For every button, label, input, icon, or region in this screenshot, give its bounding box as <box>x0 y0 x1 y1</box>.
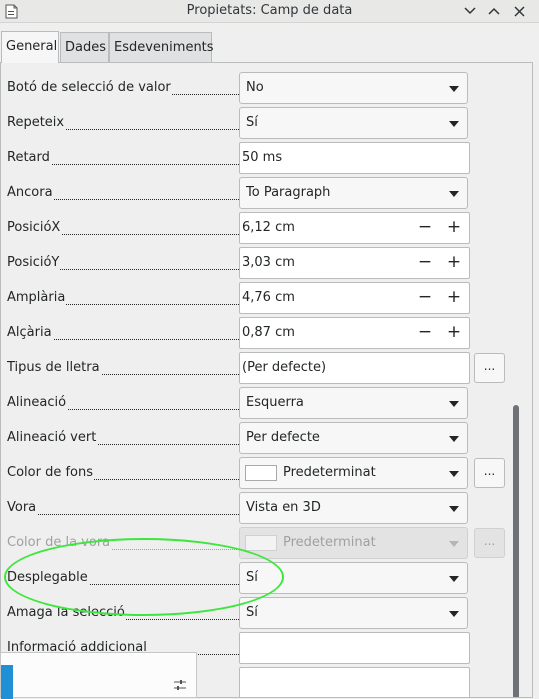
border-color-select[interactable]: Predeterminat <box>239 527 468 559</box>
dropdown-arrow-icon <box>449 401 459 407</box>
font-browse-button[interactable]: ... <box>474 353 505 383</box>
minus-icon[interactable]: − <box>415 213 435 243</box>
property-row-anchor: Àncora To Paragraph <box>1 176 521 211</box>
plus-icon[interactable]: + <box>444 213 464 243</box>
tab-bar: General Dades Esdeveniments <box>0 31 539 63</box>
window-title: Propietats: Camp de data <box>186 3 353 18</box>
property-row-position-x: PosicióX 6,12 cm − + <box>1 211 521 246</box>
align-select[interactable]: Esquerra <box>239 387 468 419</box>
property-row-repeat: Repeteix Sí <box>1 106 521 141</box>
chevron-down-icon <box>464 7 476 15</box>
position-y-spinbox[interactable]: 3,03 cm − + <box>239 247 470 279</box>
background-color-select[interactable]: Predeterminat <box>239 457 468 489</box>
property-label: Amaga la selecció <box>7 605 126 620</box>
property-label: Repeteix <box>7 115 66 130</box>
chevron-up-icon <box>488 7 500 15</box>
font-field[interactable]: (Per defecte) <box>239 352 470 384</box>
property-label: Color de la vora <box>7 535 112 550</box>
minus-icon[interactable]: − <box>415 318 435 348</box>
maximize-button[interactable] <box>484 1 504 21</box>
next-property-input[interactable] <box>239 667 470 697</box>
dropdown-arrow-icon <box>449 471 459 477</box>
property-row-border: Vora Vista en 3D <box>1 491 521 526</box>
dropdown-arrow-icon <box>449 191 459 197</box>
property-row-background-color: Color de fons Predeterminat ... <box>1 456 521 491</box>
property-label: Amplària <box>7 290 67 305</box>
border-color-browse-button[interactable]: ... <box>474 528 505 558</box>
color-swatch <box>245 535 277 551</box>
property-row-hide-selection: Amaga la selecció Sí <box>1 596 521 631</box>
property-row-width: Amplària 4,76 cm − + <box>1 281 521 316</box>
tab-esdeveniments[interactable]: Esdeveniments <box>109 32 214 62</box>
property-label: Alineació <box>7 395 68 410</box>
minus-icon[interactable]: − <box>415 283 435 313</box>
background-color-browse-button[interactable]: ... <box>474 458 505 488</box>
plus-icon[interactable]: + <box>444 283 464 313</box>
dropdown-select[interactable]: Sí <box>239 562 468 594</box>
close-button[interactable] <box>509 1 529 21</box>
vertical-align-select[interactable]: Per defecte <box>239 422 468 454</box>
property-row-font: Tipus de lletra (Per defecte) ... <box>1 351 521 386</box>
dropdown-arrow-icon <box>449 576 459 582</box>
property-label: Vora <box>7 500 38 515</box>
property-label: PosicióX <box>7 220 62 235</box>
color-swatch <box>245 465 277 481</box>
property-row-height: Alçària 0,87 cm − + <box>1 316 521 351</box>
title-bar: Propietats: Camp de data <box>0 0 539 23</box>
property-label: Tipus de lletra <box>7 360 101 375</box>
property-label: Botó de selecció de valor <box>7 80 172 95</box>
property-row-dropdown: Desplegable Sí <box>1 561 521 596</box>
minimize-button[interactable] <box>460 1 480 21</box>
dropdown-arrow-icon <box>449 86 459 92</box>
property-row-border-color: Color de la vora Predeterminat ... <box>1 526 521 561</box>
repeat-select[interactable]: Sí <box>239 107 468 139</box>
property-row-position-y: PosicióY 3,03 cm − + <box>1 246 521 281</box>
dropdown-arrow-icon <box>449 436 459 442</box>
property-row-vertical-align: Alineació vert Per defecte <box>1 421 521 456</box>
properties-panel: Botó de selecció de valor No Repeteix Sí… <box>0 62 533 698</box>
dropdown-arrow-icon <box>449 611 459 617</box>
property-label: Desplegable <box>7 570 89 585</box>
hide-selection-select[interactable]: Sí <box>239 597 468 629</box>
property-label: PosicióY <box>7 255 61 270</box>
plus-icon[interactable]: + <box>444 318 464 348</box>
position-x-spinbox[interactable]: 6,12 cm − + <box>239 212 470 244</box>
sliders-icon[interactable] <box>173 678 187 692</box>
height-spinbox[interactable]: 0,87 cm − + <box>239 317 470 349</box>
minus-icon[interactable]: − <box>415 248 435 278</box>
anchor-select[interactable]: To Paragraph <box>239 177 468 209</box>
close-icon <box>513 5 525 17</box>
app-accent-icon <box>1 665 13 699</box>
border-select[interactable]: Vista en 3D <box>239 492 468 524</box>
property-label: Alçària <box>7 325 53 340</box>
additional-info-input[interactable] <box>239 632 470 664</box>
dropdown-arrow-icon <box>449 121 459 127</box>
dropdown-arrow-icon <box>449 541 459 547</box>
value-button-select[interactable]: No <box>239 72 468 104</box>
background-window-fragment <box>0 652 197 699</box>
property-row-delay: Retard 50 ms <box>1 141 521 176</box>
property-label: Alineació vert <box>7 430 98 445</box>
property-row-align: Alineació Esquerra <box>1 386 521 421</box>
dropdown-arrow-icon <box>449 506 459 512</box>
vertical-scrollbar[interactable] <box>513 405 519 697</box>
property-label: Color de fons <box>7 465 94 480</box>
tab-dades[interactable]: Dades <box>60 32 109 62</box>
property-label: Àncora <box>7 185 54 200</box>
delay-input[interactable]: 50 ms <box>239 142 470 174</box>
plus-icon[interactable]: + <box>444 248 464 278</box>
width-spinbox[interactable]: 4,76 cm − + <box>239 282 470 314</box>
tab-general[interactable]: General <box>1 31 59 63</box>
property-label: Retard <box>7 150 51 165</box>
property-row-value-button: Botó de selecció de valor No <box>1 71 521 106</box>
